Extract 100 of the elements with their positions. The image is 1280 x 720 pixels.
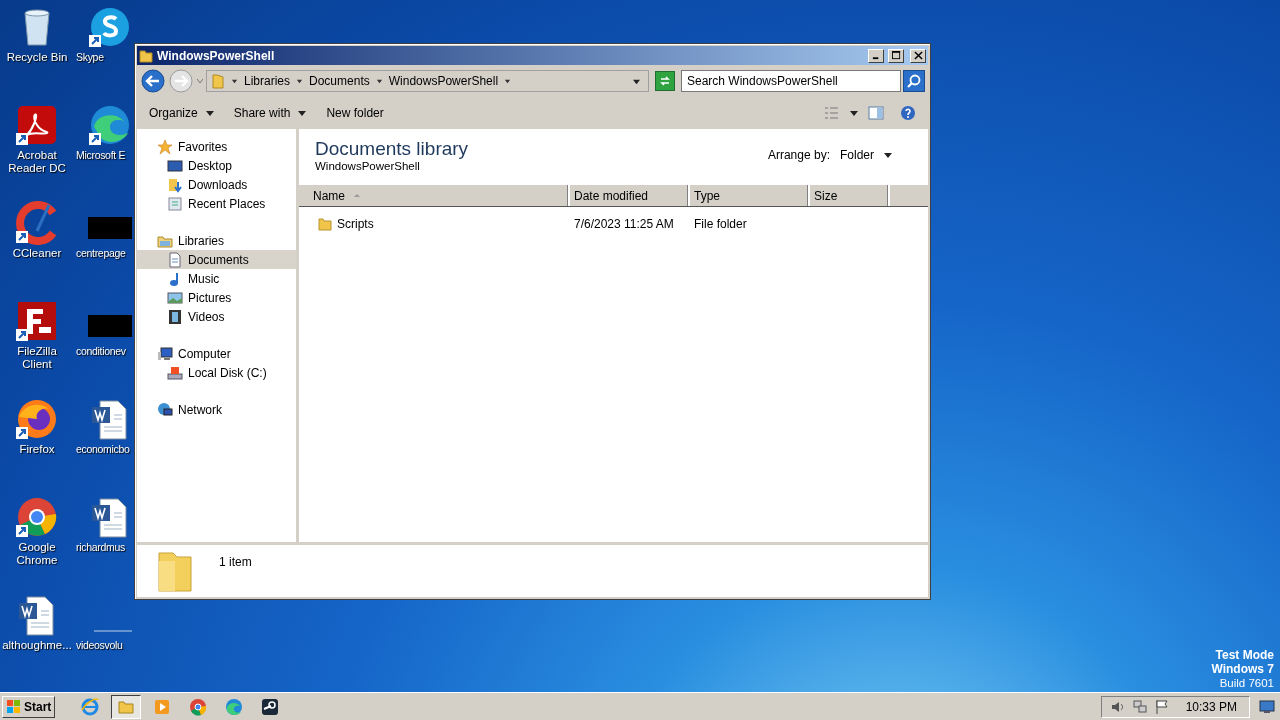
toolbar-button[interactable]: New folder	[318, 103, 392, 123]
nav-item[interactable]: Favorites	[137, 137, 296, 156]
folder-icon	[211, 73, 225, 89]
nav-item[interactable]: Recent Places	[137, 194, 296, 213]
system-watermark-text: Windows 7	[1211, 662, 1274, 676]
explorer-taskbar-button[interactable]	[111, 694, 142, 719]
pictures-icon	[167, 289, 183, 306]
refresh-icon	[658, 74, 672, 88]
caret-icon	[884, 151, 892, 159]
desktop-icon-label[interactable]: althoughme...	[2, 639, 72, 652]
desktop-icon-label[interactable]: Microsoft E	[76, 149, 126, 162]
arrange-label: Arrange by:	[767, 148, 830, 162]
maximize-icon	[891, 51, 901, 60]
desktop-icon-label[interactable]: richardmus	[76, 541, 125, 554]
search-button[interactable]	[903, 70, 925, 92]
close-button[interactable]	[910, 48, 926, 63]
videos-icon	[167, 308, 183, 325]
window-title: WindowsPowerShell	[157, 48, 275, 63]
clock[interactable]: 10:33 PM	[1185, 699, 1237, 714]
chrome-icon[interactable]	[15, 495, 59, 539]
edge-icon	[225, 697, 244, 716]
chrome-icon	[189, 697, 208, 716]
close-icon	[913, 51, 923, 60]
column-header[interactable]: Date modified	[570, 185, 690, 206]
date-cell: 7/6/2023 11:25 AM	[574, 217, 674, 231]
help-icon[interactable]	[900, 105, 916, 121]
arrange-dropdown[interactable]: Folder	[840, 148, 892, 162]
filezilla-icon[interactable]	[15, 299, 59, 343]
disk-icon	[167, 364, 183, 381]
system-watermark-text: Test Mode	[1215, 648, 1274, 662]
toolbar-button[interactable]: Share with	[225, 103, 315, 123]
ie-icon	[81, 697, 100, 716]
caret-icon[interactable]	[375, 77, 383, 85]
file-name: Scripts	[337, 217, 374, 231]
minimize-button[interactable]	[868, 48, 884, 63]
column-header[interactable]: Type	[690, 185, 810, 206]
column-header[interactable]: Size	[810, 185, 890, 206]
nav-item[interactable]: Pictures	[137, 288, 296, 307]
caret-icon[interactable]	[296, 77, 304, 85]
caret-icon[interactable]	[504, 77, 512, 85]
desktop-icon-label[interactable]: Acrobat Reader DC	[1, 149, 73, 175]
documents-icon	[167, 251, 183, 268]
nav-item[interactable]: Local Disk (C:)	[137, 363, 296, 382]
folder-icon	[139, 48, 153, 63]
star-icon	[157, 138, 173, 155]
windows-logo-icon	[6, 698, 22, 715]
edge-icon[interactable]	[88, 103, 132, 147]
desktop-icon	[167, 157, 183, 174]
address-bar[interactable]: Libraries Documents WindowsPowerShell	[206, 70, 649, 92]
downloads-icon	[167, 176, 183, 193]
desktop-icon-label[interactable]: CCleaner	[12, 247, 62, 260]
nav-item[interactable]: Computer	[137, 344, 296, 363]
start-button[interactable]: Start	[2, 695, 56, 718]
nav-item[interactable]: Music	[137, 269, 296, 288]
desktop-icon-label[interactable]: videosvolu	[76, 639, 123, 652]
desktop-icon-label[interactable]: FileZilla Client	[1, 345, 73, 371]
library-title: Documents library	[315, 138, 469, 160]
search-icon	[906, 73, 922, 89]
nav-item[interactable]: Downloads	[137, 175, 296, 194]
desktop-icon-label[interactable]: Skype	[76, 51, 104, 64]
breadcrumb[interactable]: WindowsPowerShell	[388, 74, 499, 88]
dropdown-caret-icon[interactable]	[633, 77, 640, 85]
firefox-icon[interactable]	[15, 397, 59, 441]
steam-icon	[261, 697, 280, 716]
caret-icon[interactable]	[231, 77, 238, 85]
ccleaner-icon[interactable]	[15, 201, 59, 245]
column-header[interactable]: Name	[299, 185, 570, 206]
system-watermark-text: Build 7601	[1219, 676, 1274, 690]
library-subtitle: WindowsPowerShell	[315, 160, 421, 172]
nav-item[interactable]: Desktop	[137, 156, 296, 175]
history-caret-icon[interactable]	[196, 77, 204, 85]
item-count: 1 item	[219, 555, 252, 569]
network-icon[interactable]	[1131, 698, 1148, 715]
nav-item[interactable]: Videos	[137, 307, 296, 326]
desktop-icon-label[interactable]: conditionev	[76, 345, 126, 358]
desktop-icon-label[interactable]: Recycle Bin	[6, 51, 68, 64]
folder-icon	[155, 549, 195, 593]
network-icon	[157, 401, 173, 418]
desktop-icon-label[interactable]: centrepage	[76, 247, 126, 260]
search-field[interactable]: Search WindowsPowerShell	[681, 70, 901, 92]
folder-icon	[317, 216, 333, 232]
nav-item[interactable]: Libraries	[137, 231, 296, 250]
flag-icon[interactable]	[1153, 698, 1170, 715]
type-cell: File folder	[694, 217, 747, 231]
maximize-button[interactable]	[888, 48, 904, 63]
back-button[interactable]	[140, 68, 166, 94]
computer-icon	[157, 345, 173, 362]
desktop-icon-label[interactable]: economicbo	[76, 443, 130, 456]
acrobat-icon[interactable]	[15, 103, 59, 147]
breadcrumb[interactable]: Libraries	[244, 74, 291, 88]
nav-item[interactable]: Documents	[137, 250, 296, 269]
caret-icon[interactable]	[850, 109, 858, 117]
nav-item[interactable]: Network	[137, 400, 296, 419]
skype-icon[interactable]	[88, 5, 132, 49]
desktop-icon-label[interactable]: Google Chrome	[1, 541, 73, 567]
desktop-icon-label[interactable]: Firefox	[19, 443, 55, 456]
breadcrumb[interactable]: Documents	[309, 74, 370, 88]
refresh-button[interactable]	[655, 71, 675, 91]
toolbar-button[interactable]: Organize	[141, 103, 222, 123]
file-row[interactable]: Scripts 7/6/2023 11:25 AM File folder	[299, 213, 928, 235]
